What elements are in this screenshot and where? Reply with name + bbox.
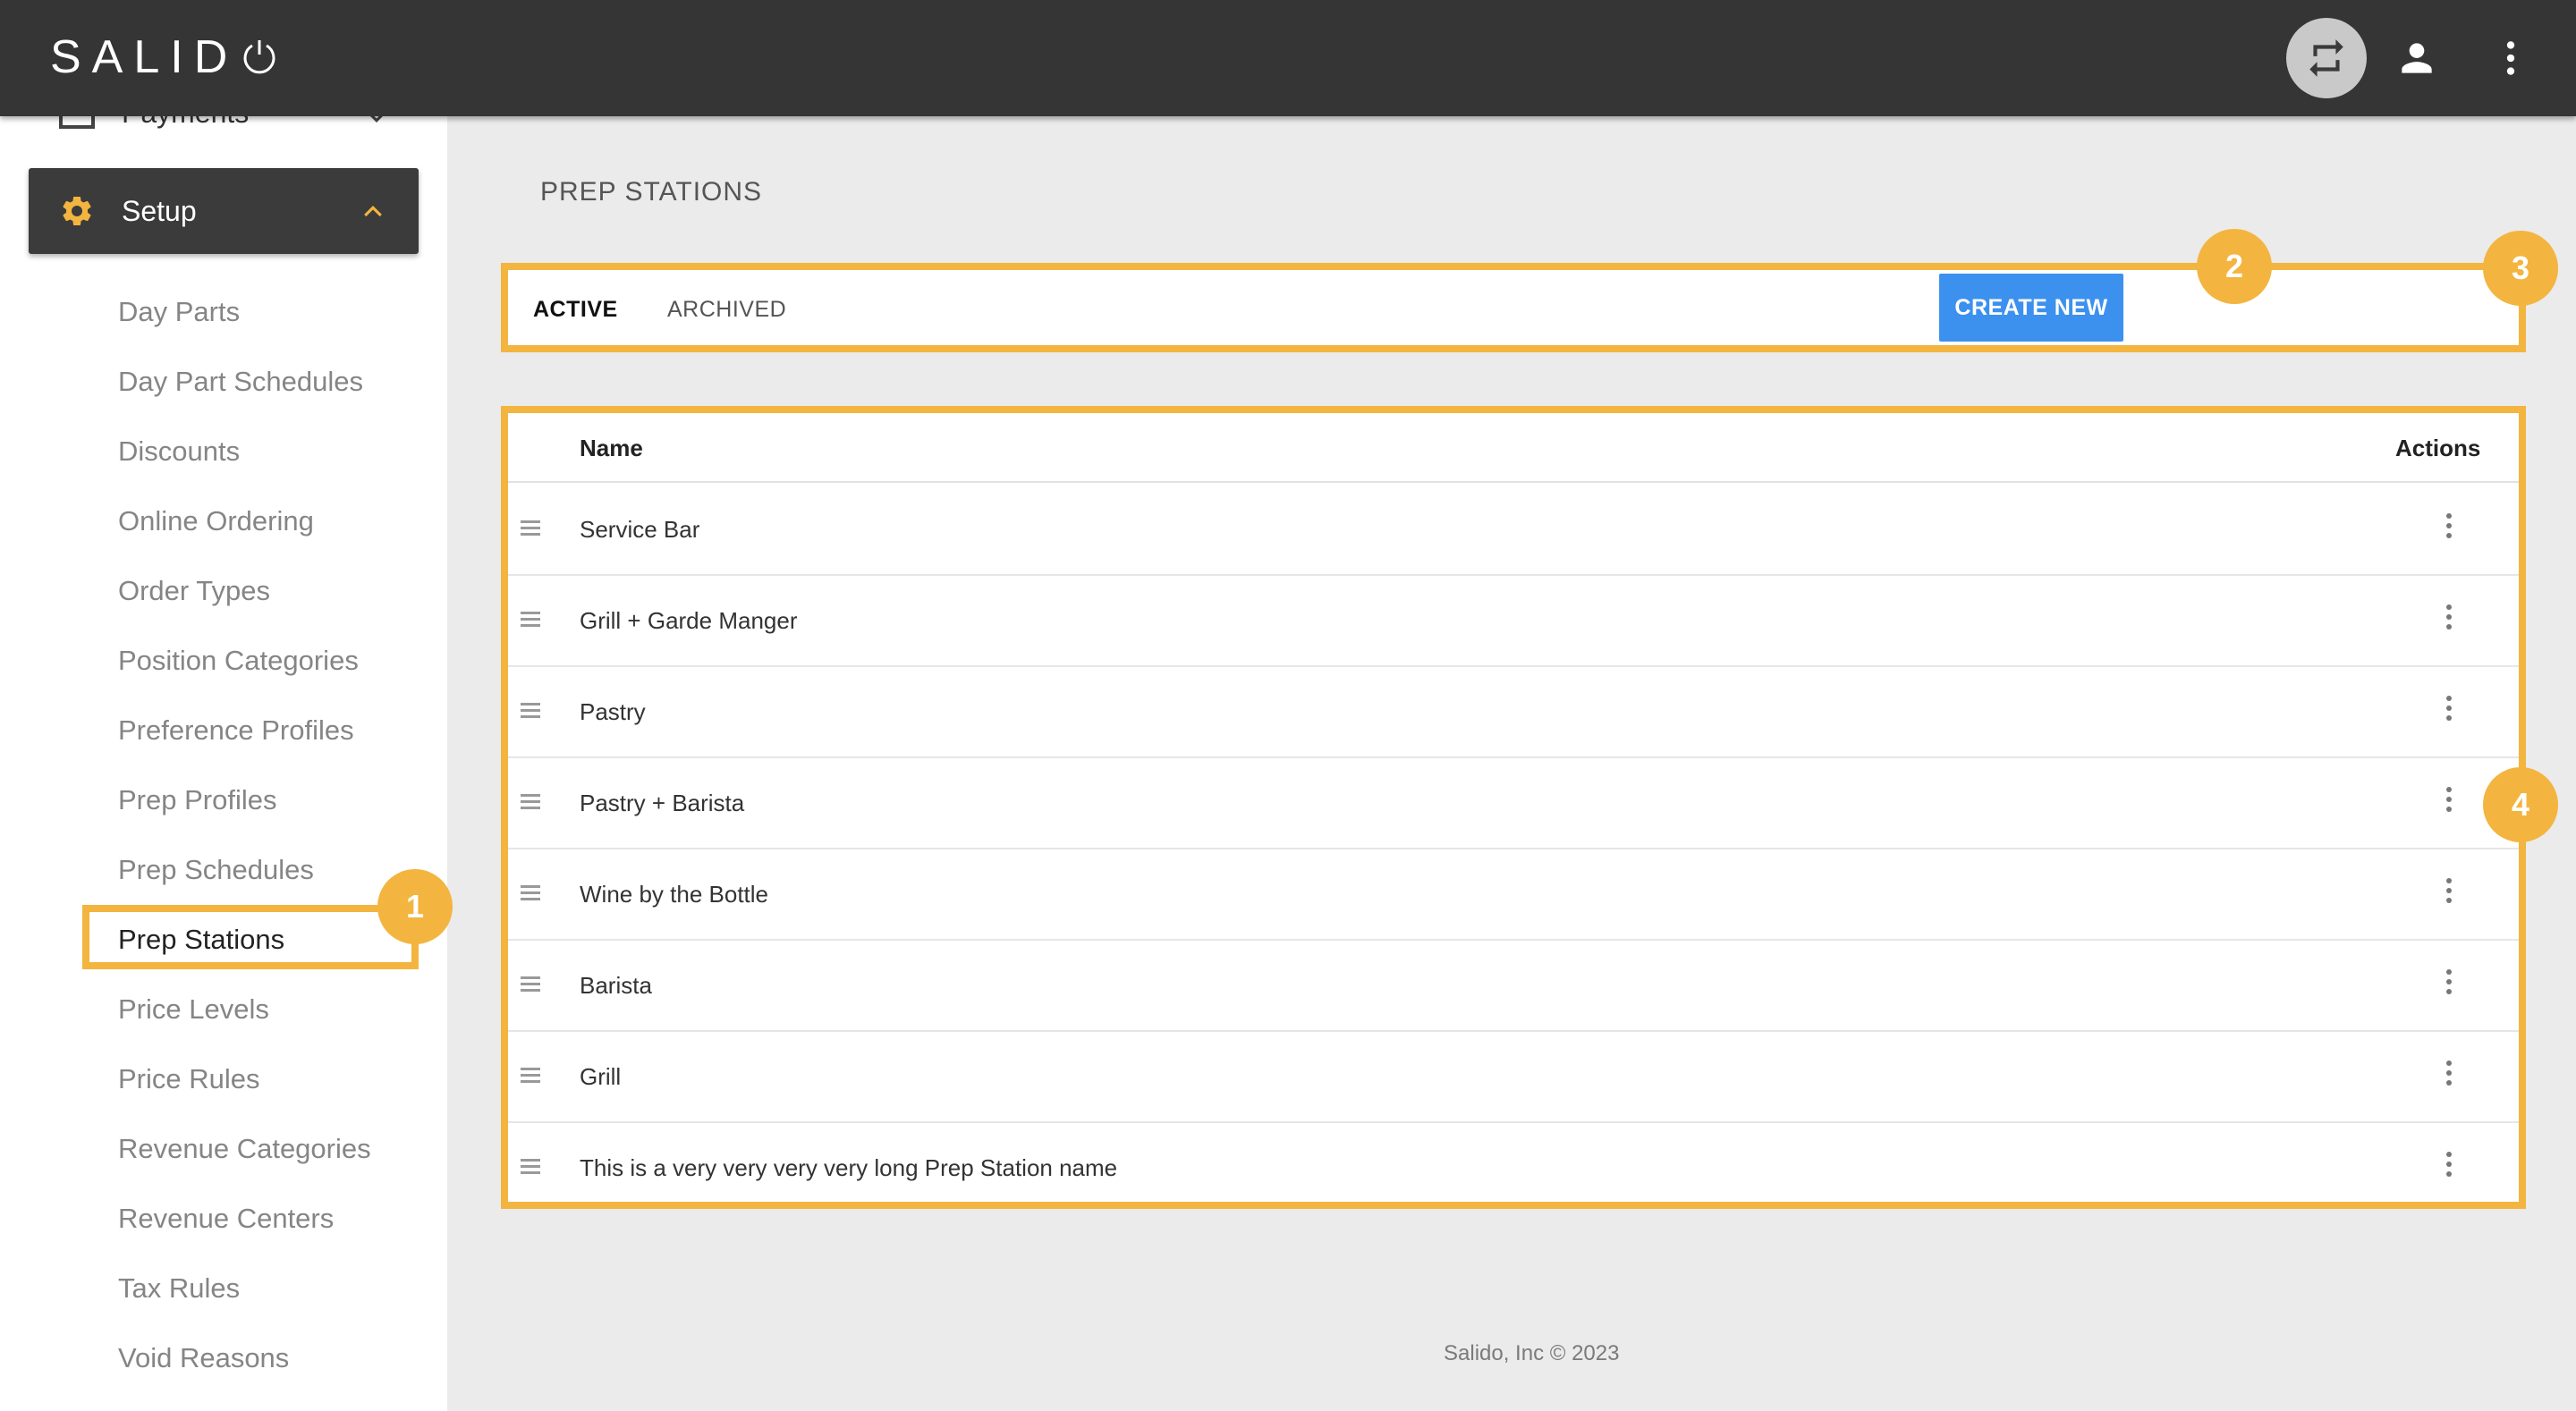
sidebar-item-online-ordering[interactable]: Online Ordering [118, 499, 422, 544]
row-name: Barista [580, 972, 652, 999]
logo-text: SALID [50, 31, 239, 83]
table-row[interactable]: Pastry + Barista [508, 758, 2519, 849]
sidebar-item-price-levels[interactable]: Price Levels [118, 987, 422, 1032]
sidebar-item-setup[interactable]: Setup [29, 168, 419, 254]
row-name: Pastry [580, 698, 646, 725]
callout-badge-3: 3 [2483, 231, 2558, 306]
column-header-name[interactable]: Name [580, 435, 643, 462]
tab-archived[interactable]: ARCHIVED [667, 297, 786, 323]
sidebar-item-preference-profiles[interactable]: Preference Profiles [118, 708, 422, 753]
gear-icon [63, 197, 91, 225]
sidebar-item-prep-profiles[interactable]: Prep Profiles [118, 778, 422, 823]
sidebar-item-day-parts[interactable]: Day Parts [118, 290, 422, 334]
sidebar-item-day-part-schedules[interactable]: Day Part Schedules [118, 359, 422, 404]
prep-stations-highlight [82, 905, 419, 969]
drag-handle-icon[interactable] [521, 885, 540, 901]
drag-handle-icon[interactable] [521, 612, 540, 628]
column-header-actions: Actions [2395, 435, 2481, 461]
sidebar-item-order-types[interactable]: Order Types [118, 569, 422, 613]
drag-handle-icon[interactable] [521, 1159, 540, 1175]
sidebar-item-payments[interactable]: Payments [59, 116, 399, 145]
table-header: Name Actions [508, 413, 2519, 483]
row-name: Wine by the Bottle [580, 881, 768, 908]
sidebar-item-position-categories[interactable]: Position Categories [118, 638, 422, 683]
table-row[interactable]: Grill [508, 1032, 2519, 1123]
callout-badge-2: 2 [2197, 229, 2272, 304]
chevron-down-icon [370, 116, 383, 123]
sidebar-item-tax-rules[interactable]: Tax Rules [118, 1266, 422, 1311]
swap-icon [2309, 39, 2343, 77]
payments-label: Payments [122, 116, 249, 130]
footer-copyright: Salido, Inc © 2023 [1444, 1341, 1620, 1365]
drag-handle-icon[interactable] [521, 1068, 540, 1084]
sidebar-item-discounts[interactable]: Discounts [118, 429, 422, 474]
row-actions-icon[interactable] [2440, 878, 2458, 910]
row-name: This is a very very very very long Prep … [580, 1154, 1118, 1181]
drag-handle-icon[interactable] [521, 703, 540, 719]
row-actions-icon[interactable] [2440, 513, 2458, 545]
user-button[interactable] [2377, 18, 2457, 98]
drag-handle-icon[interactable] [521, 794, 540, 810]
create-new-button[interactable]: CREATE NEW [1939, 274, 2123, 342]
power-o-icon [240, 34, 279, 74]
sidebar-item-prep-schedules[interactable]: Prep Schedules [118, 848, 422, 892]
row-name: Service Bar [580, 516, 700, 543]
more-options-button[interactable] [2470, 18, 2551, 98]
salido-logo[interactable]: SALID [50, 30, 279, 84]
more-vertical-icon [2506, 41, 2515, 75]
row-actions-icon[interactable] [2440, 787, 2458, 819]
sidebar-item-price-rules[interactable]: Price Rules [118, 1057, 422, 1102]
row-name: Grill [580, 1063, 622, 1090]
page-title: PREP STATIONS [540, 177, 763, 207]
row-actions-icon[interactable] [2440, 1060, 2458, 1093]
top-bar: SALID [0, 0, 2576, 116]
setup-label: Setup [122, 195, 197, 227]
user-icon [2402, 43, 2432, 73]
row-actions-icon[interactable] [2440, 696, 2458, 728]
swap-button[interactable] [2286, 18, 2367, 98]
payment-card-icon [59, 116, 95, 129]
table-row[interactable]: Wine by the Bottle [508, 849, 2519, 941]
table-row[interactable]: Service Bar [508, 485, 2519, 576]
callout-badge-1: 1 [377, 869, 453, 944]
row-actions-icon[interactable] [2440, 604, 2458, 637]
sidebar: Payments Setup Day Parts Day Part Schedu… [0, 116, 447, 1411]
table-row[interactable]: This is a very very very very long Prep … [508, 1123, 2519, 1214]
row-actions-icon[interactable] [2440, 969, 2458, 1001]
row-name: Pastry + Barista [580, 790, 745, 816]
prep-stations-table: Name Actions Service Bar Grill + Garde M… [501, 406, 2526, 1209]
table-row[interactable]: Barista [508, 941, 2519, 1032]
table-row[interactable]: Pastry [508, 667, 2519, 758]
table-row[interactable]: Grill + Garde Manger [508, 576, 2519, 667]
row-actions-icon[interactable] [2440, 1152, 2458, 1184]
sidebar-item-revenue-centers[interactable]: Revenue Centers [118, 1196, 422, 1241]
row-name: Grill + Garde Manger [580, 607, 798, 634]
chevron-up-icon [364, 206, 382, 217]
drag-handle-icon[interactable] [521, 976, 540, 993]
sidebar-item-revenue-categories[interactable]: Revenue Categories [118, 1127, 422, 1171]
callout-badge-4: 4 [2483, 767, 2558, 842]
tab-active[interactable]: ACTIVE [533, 297, 618, 323]
sidebar-item-void-reasons[interactable]: Void Reasons [118, 1336, 422, 1381]
drag-handle-icon[interactable] [521, 520, 540, 537]
